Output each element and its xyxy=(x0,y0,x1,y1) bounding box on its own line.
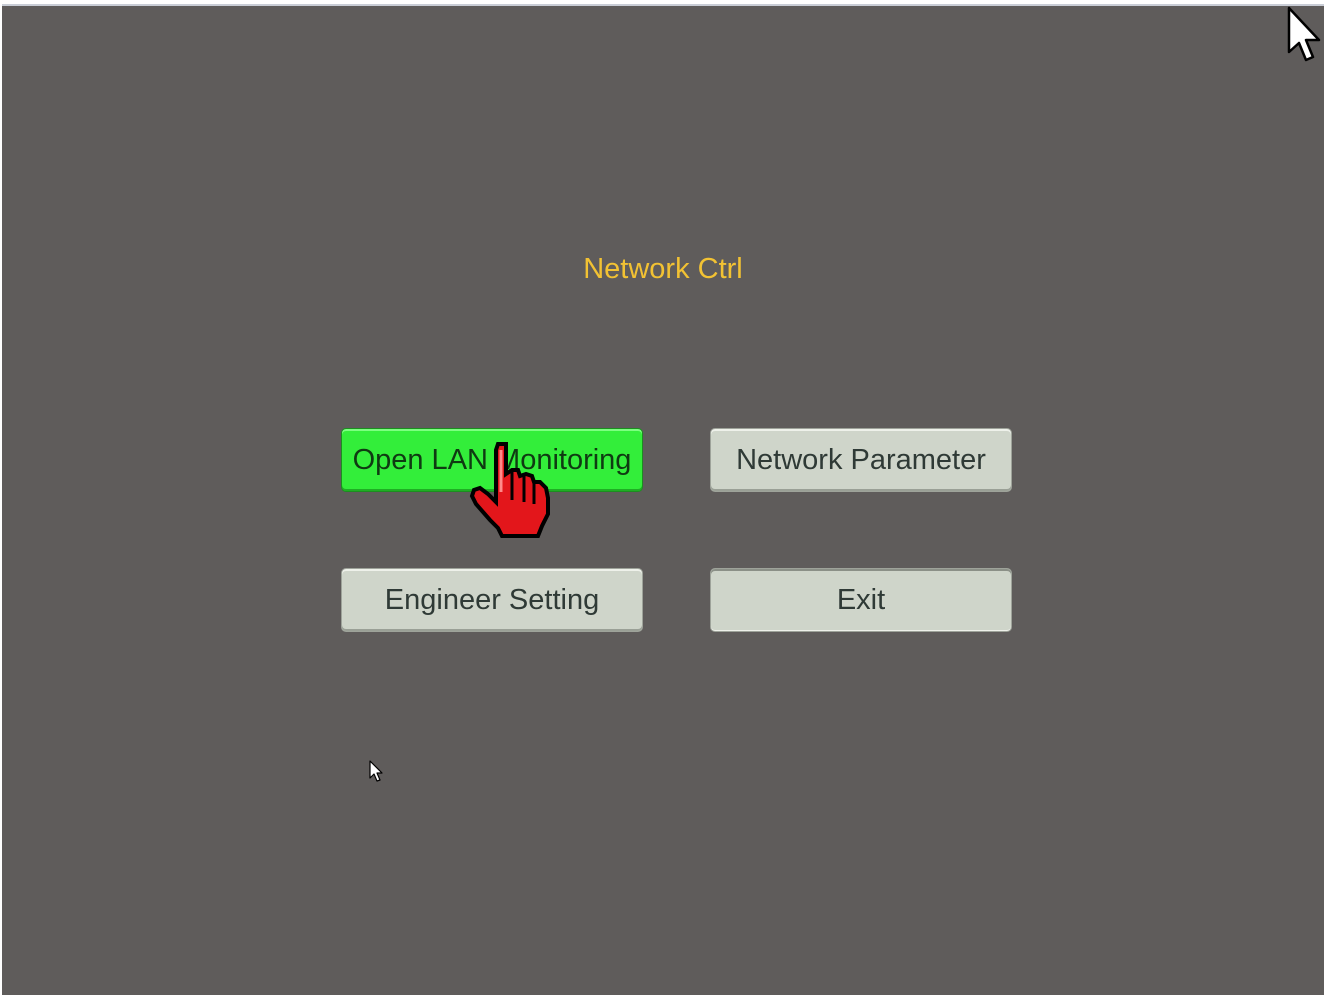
screen: Network Ctrl Open LAN Monitoring Network… xyxy=(0,0,1333,997)
network-ctrl-panel: Network Ctrl Open LAN Monitoring Network… xyxy=(2,4,1324,995)
arrow-cursor-icon xyxy=(1287,6,1321,62)
page-title: Network Ctrl xyxy=(583,253,743,285)
exit-button[interactable]: Exit xyxy=(710,568,1012,632)
arrow-cursor-icon xyxy=(369,760,383,782)
engineer-setting-button[interactable]: Engineer Setting xyxy=(341,568,643,632)
pointing-hand-icon xyxy=(469,442,550,538)
network-parameter-button[interactable]: Network Parameter xyxy=(710,428,1012,492)
